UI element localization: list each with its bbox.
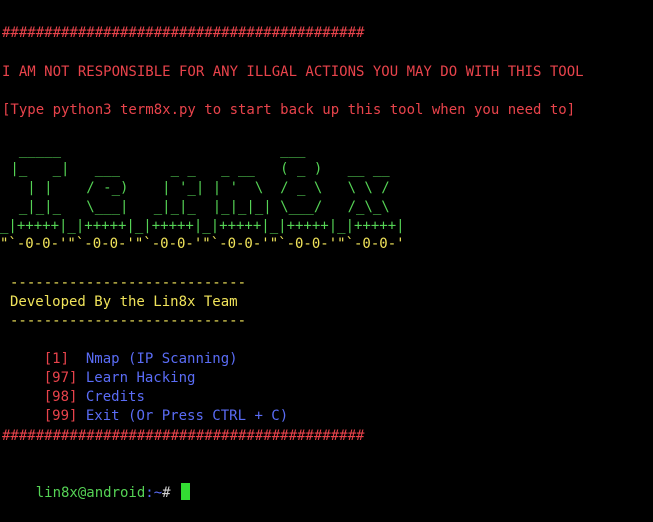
separator-top: ########################################… xyxy=(2,25,365,41)
ascii-logo-row-6: "`-0-0-'"`-0-0-'"`-0-0-'"`-0-0-'"`-0-0-'… xyxy=(0,236,405,252)
prompt-path: :~ xyxy=(145,485,163,501)
ascii-logo-row-4: _|_|_ \___| _|_|_ |_|_|_| \___/ /_\_\ xyxy=(2,199,390,215)
cursor-block[interactable] xyxy=(181,483,191,500)
prompt-sign: # xyxy=(162,485,180,501)
menu-item-learn-hacking[interactable]: [97] Learn Hacking xyxy=(10,350,196,386)
credit-text: Developed By the Lin8x Team xyxy=(10,294,238,310)
menu-item-exit[interactable]: [99] Exit (Or Press CTRL + C) xyxy=(10,388,288,424)
menu-label: Exit (Or Press CTRL + C) xyxy=(77,408,289,424)
menu-number: [99] xyxy=(43,408,78,424)
ascii-logo-row-3: | | / -_) | '_| | ' \ / _ \ \ \ / xyxy=(2,180,390,196)
prompt-user-host: lin8x@android xyxy=(35,485,146,501)
menu-item-nmap[interactable]: [1] Nmap (IP Scanning) xyxy=(10,331,238,367)
disclaimer-text: I AM NOT RESPONSIBLE FOR ANY ILLGAL ACTI… xyxy=(2,64,584,80)
menu-item-credits[interactable]: [98] Credits xyxy=(10,369,145,405)
ascii-logo-row-5: _|+++++|_|+++++|_|+++++|_|+++++|_|+++++|… xyxy=(0,218,405,234)
terminal-window[interactable]: ########################################… xyxy=(0,0,653,501)
ascii-logo-row-2: |_ _| ___ _ _ _ __ ( _ ) __ __ xyxy=(2,161,390,177)
separator-bottom: ########################################… xyxy=(2,428,365,444)
restart-hint: [Type python3 term8x.py to start back up… xyxy=(2,102,576,118)
command-prompt[interactable]: lin8x@android:~# xyxy=(2,464,191,501)
dash-line-top: ---------------------------- xyxy=(10,275,247,291)
ascii-logo-row-1: _____ ___ xyxy=(2,142,306,158)
dash-line-bottom: ---------------------------- xyxy=(10,313,247,329)
